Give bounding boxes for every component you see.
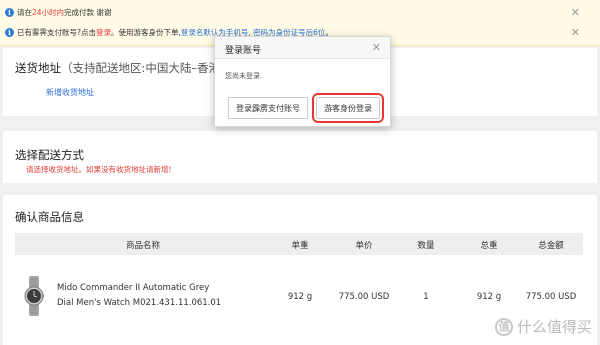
product-name-line2: Dial Men's Watch M021.431.11.061.01	[57, 298, 222, 308]
col-product-name: 商品名称	[125, 241, 161, 251]
delivery-warning: 请选择收货地址。如果没有收货地址请新增!	[26, 165, 172, 174]
modal-title: 登录账号	[225, 46, 262, 56]
close-icon[interactable]: ✕	[372, 41, 381, 54]
watermark: 值 什么值得买	[494, 316, 592, 337]
col-quantity: 数量	[417, 241, 435, 251]
modal-header: 登录账号 ✕	[215, 37, 390, 59]
shipping-title-text: 送货地址	[15, 61, 61, 75]
guest-login-button[interactable]: 游客身份登录	[312, 93, 384, 123]
watermark-logo-icon: 值	[494, 317, 513, 336]
cell-unit-price: 775.00 USD	[338, 292, 390, 302]
watch-thumbnail	[24, 276, 44, 316]
watermark-text: 什么值得买	[516, 318, 592, 336]
cell-total-price: 775.00 USD	[525, 292, 577, 302]
notice-text-suffix: 完成付款 谢谢	[64, 8, 112, 17]
login-modal: 登录账号 ✕ 您尚未登录. 登录霹雳支付账号 游客身份登录	[214, 36, 391, 127]
close-icon[interactable]: ✕	[571, 6, 580, 19]
products-title: 确认商品信息	[15, 210, 84, 224]
close-icon[interactable]: ✕	[571, 26, 580, 39]
info-icon: i	[5, 28, 14, 37]
table-header: 商品名称 单重 单价 数量 总重 总金额	[15, 233, 583, 255]
col-total-weight: 总重	[480, 241, 498, 251]
cell-total-weight: 912 g	[476, 292, 502, 302]
delivery-panel	[3, 131, 597, 183]
add-address-link[interactable]: 新增收货地址	[46, 87, 94, 98]
col-total-price: 总金额	[538, 241, 564, 251]
notice-text-prefix: 请在	[17, 8, 32, 17]
col-unit-price: 单价	[355, 241, 373, 251]
col-unit-weight: 单重	[291, 241, 309, 251]
shipping-title: 送货地址（支持配送地区:中国大陆–香港(可	[15, 60, 236, 76]
product-name-line1: Mido Commander II Automatic Grey	[57, 283, 210, 293]
delivery-title: 选择配送方式	[15, 148, 84, 162]
login-account-button[interactable]: 登录霹雳支付账号	[228, 97, 308, 119]
cell-unit-weight: 912 g	[287, 292, 313, 302]
cell-quantity: 1	[423, 292, 429, 302]
info-icon: i	[5, 8, 14, 17]
product-name[interactable]: Mido Commander II Automatic Grey Dial Me…	[57, 281, 221, 311]
notice-login-link[interactable]: 登录	[96, 27, 111, 38]
notice-deadline: 24小时内	[32, 8, 65, 17]
shipping-region-hint: （支持配送地区:中国大陆–香港(可	[61, 61, 237, 75]
modal-message: 您尚未登录.	[225, 72, 263, 80]
notice-text-mid: 。使用游客身份下单,	[110, 28, 181, 37]
notice-text-prefix: 已有雾霁支付账号?点击	[17, 28, 96, 37]
